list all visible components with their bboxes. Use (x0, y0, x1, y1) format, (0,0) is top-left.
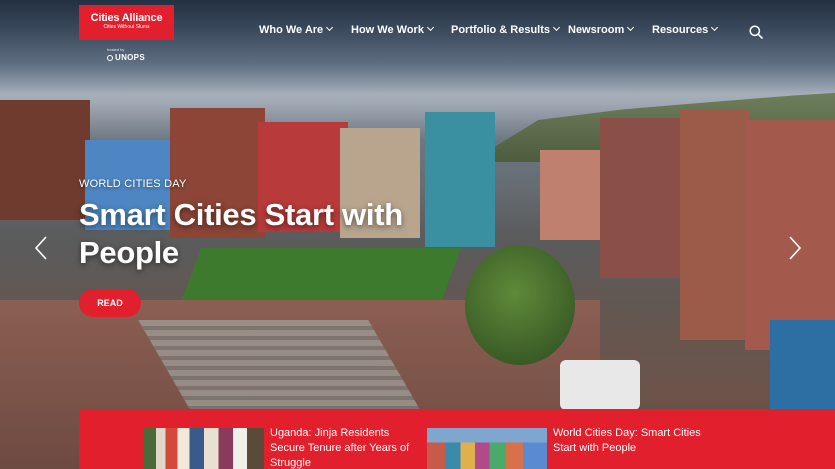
chevron-left-icon (34, 236, 47, 260)
nav-label: Portfolio & Results (451, 24, 551, 36)
chevron-down-icon (552, 23, 561, 32)
news-title[interactable]: Uganda: Jinja Residents Secure Tenure af… (270, 426, 420, 469)
chevron-down-icon (326, 23, 334, 32)
logo-title: Cities Alliance (90, 12, 163, 24)
carousel-prev-button[interactable] (34, 235, 48, 261)
news-card[interactable]: Uganda: Jinja Residents Secure Tenure af… (144, 426, 424, 469)
nav-who-we-are[interactable]: Who We Are (259, 23, 334, 42)
nav-portfolio-results[interactable]: Portfolio & Results (451, 23, 561, 42)
van (560, 360, 640, 410)
news-thumbnail (427, 428, 547, 469)
read-button[interactable]: READ (79, 289, 141, 317)
chevron-right-icon (789, 236, 802, 260)
carousel-next-button[interactable] (788, 235, 802, 261)
tree (465, 245, 575, 365)
nav-label: Resources (652, 24, 709, 36)
logo-subtitle: Cities Without Slums (103, 24, 150, 30)
nav-label: Newsroom (568, 24, 625, 36)
news-strip: Uganda: Jinja Residents Secure Tenure af… (79, 409, 835, 469)
nav-how-we-work[interactable]: How We Work (351, 23, 434, 42)
building (600, 118, 680, 278)
building (770, 320, 835, 410)
hosted-by-label: hosted by (107, 47, 125, 52)
hero-headline: Smart Cities Start with People (79, 197, 403, 270)
building (0, 100, 90, 220)
site-logo[interactable]: Cities Alliance Cities Without Slums (79, 5, 174, 40)
partner-logo[interactable]: UNOPS (107, 53, 145, 62)
building (540, 150, 600, 240)
hero-eyebrow: WORLD CITIES DAY (79, 178, 187, 190)
un-emblem-icon (107, 55, 113, 61)
nav-resources[interactable]: Resources (652, 23, 719, 42)
news-thumbnail (144, 428, 264, 469)
building (680, 110, 750, 340)
partner-name: UNOPS (115, 53, 145, 62)
chevron-down-icon (627, 23, 635, 32)
search-icon[interactable] (749, 25, 763, 39)
nav-newsroom[interactable]: Newsroom (568, 23, 635, 42)
chevron-down-icon (711, 23, 719, 32)
nav-label: How We Work (351, 24, 424, 36)
news-title[interactable]: World Cities Day: Smart Cities Start wit… (553, 426, 703, 456)
nav-label: Who We Are (259, 24, 324, 36)
site-header: Cities Alliance Cities Without Slums hos… (0, 0, 835, 70)
news-card[interactable]: World Cities Day: Smart Cities Start wit… (427, 426, 707, 469)
chevron-down-icon (426, 23, 434, 32)
